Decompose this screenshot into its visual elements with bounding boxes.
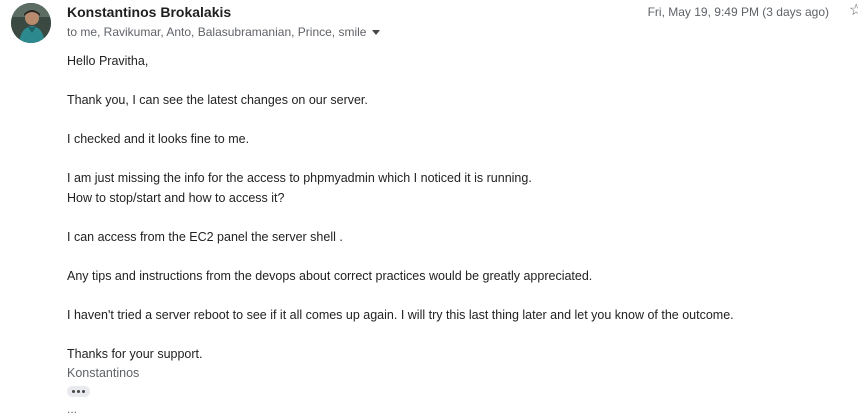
body-line: Any tips and instructions from the devop…	[67, 268, 593, 283]
trailing-ellipsis: ...	[67, 402, 78, 416]
body-line: I can access from the EC2 panel the serv…	[67, 229, 343, 244]
more-horizontal-icon	[72, 390, 75, 393]
body-line: How to stop/start and how to access it?	[67, 190, 285, 205]
body-line: I am just missing the info for the acces…	[67, 171, 532, 185]
message-body: Hello Pravitha, Thank you, I can see the…	[67, 52, 734, 384]
recipients-toggle[interactable]: to me, Ravikumar, Anto, Balasubramanian,…	[67, 25, 381, 39]
star-icon[interactable]: ☆	[849, 3, 858, 19]
sender-name[interactable]: Konstantinos Brokalakis	[67, 4, 231, 20]
email-message: Konstantinos Brokalakis to me, Ravikumar…	[0, 0, 858, 420]
message-date: Fri, May 19, 9:49 PM (3 days ago)	[647, 5, 829, 19]
signature: Konstantinos	[67, 366, 140, 380]
body-line: I haven't tried a server reboot to see i…	[67, 307, 734, 322]
avatar-photo	[11, 3, 51, 43]
show-trimmed-content-button[interactable]	[67, 386, 90, 397]
recipients-list: to me, Ravikumar, Anto, Balasubramanian,…	[67, 25, 367, 39]
closing: Thanks for your support.	[67, 346, 203, 361]
body-line: I checked and it looks fine to me.	[67, 132, 250, 146]
greeting: Hello Pravitha,	[67, 54, 149, 68]
body-line: Thank you, I can see the latest changes …	[67, 93, 368, 107]
sender-avatar[interactable]	[11, 3, 51, 43]
chevron-down-icon[interactable]	[372, 29, 381, 35]
